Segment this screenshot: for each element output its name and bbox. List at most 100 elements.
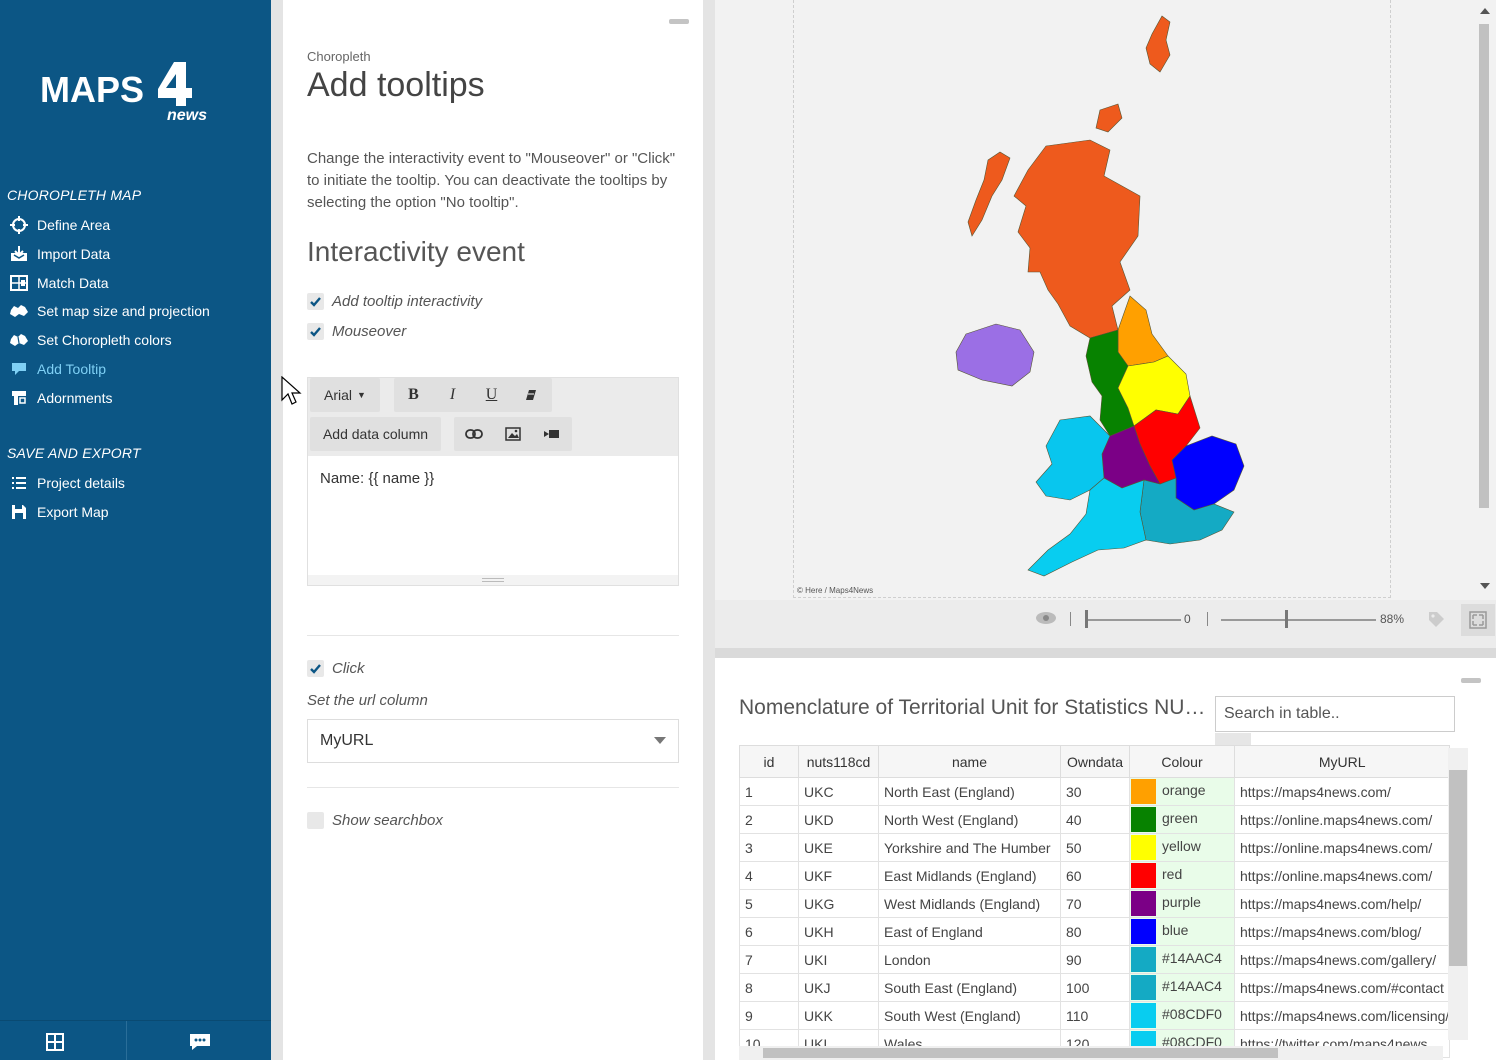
url-cell[interactable]: https://online.maps4news.com/ xyxy=(1233,833,1451,862)
name-cell[interactable]: North West (England) xyxy=(878,805,1061,834)
id-cell[interactable]: 3 xyxy=(739,833,799,862)
id-cell[interactable]: 9 xyxy=(739,1001,799,1030)
url-cell[interactable]: https://maps4news.com/blog/ xyxy=(1233,917,1451,946)
id-cell[interactable]: 7 xyxy=(739,945,799,974)
checkbox-checked[interactable] xyxy=(307,322,324,340)
map-viewport[interactable]: © Here / Maps4News xyxy=(715,0,1496,600)
table-minimize-button[interactable] xyxy=(1461,678,1481,683)
code-cell[interactable]: UKC xyxy=(798,777,879,806)
font-dropdown[interactable]: Arial ▼ xyxy=(310,378,380,412)
nav-export-map[interactable]: Export Map xyxy=(8,500,109,524)
scroll-thumb[interactable] xyxy=(763,1048,1278,1058)
id-cell[interactable]: 2 xyxy=(739,805,799,834)
url-cell[interactable]: https://maps4news.com/gallery/ xyxy=(1233,945,1451,974)
scroll-thumb[interactable] xyxy=(1449,770,1467,966)
url-cell[interactable]: https://maps4news.com/ xyxy=(1233,777,1451,806)
id-cell[interactable]: 5 xyxy=(739,889,799,918)
editor-content[interactable]: Name: {{ name }} xyxy=(320,470,434,487)
owndata-cell[interactable]: 40 xyxy=(1060,805,1130,834)
nav-import-data[interactable]: Import Data xyxy=(8,242,110,266)
map-scrollbar[interactable] xyxy=(1474,0,1496,600)
nav-map-size[interactable]: Set map size and projection xyxy=(8,299,210,323)
code-cell[interactable]: UKI xyxy=(798,945,879,974)
code-cell[interactable]: UKH xyxy=(798,917,879,946)
mouseover-checkbox[interactable]: Mouseover xyxy=(307,321,406,341)
zoom-slider-handle[interactable] xyxy=(1285,610,1288,628)
table-horizontal-scrollbar[interactable] xyxy=(739,1046,1443,1060)
name-cell[interactable]: East of England xyxy=(878,917,1061,946)
map-table-splitter[interactable] xyxy=(715,648,1496,658)
code-cell[interactable]: UKE xyxy=(798,833,879,862)
italic-button[interactable]: I xyxy=(433,386,472,404)
colour-cell[interactable]: purple xyxy=(1129,889,1235,918)
nav-choropleth-colors[interactable]: Set Choropleth colors xyxy=(8,328,172,352)
id-cell[interactable]: 1 xyxy=(739,777,799,806)
url-column-select[interactable]: MyURL xyxy=(307,719,679,763)
image-button[interactable] xyxy=(493,427,532,441)
code-cell[interactable]: UKF xyxy=(798,861,879,890)
nav-match-data[interactable]: Match Data xyxy=(8,271,109,295)
table-vertical-scrollbar[interactable] xyxy=(1448,748,1468,1040)
colour-cell[interactable]: red xyxy=(1129,861,1235,890)
code-cell[interactable]: UKK xyxy=(798,1001,879,1030)
table-row[interactable]: 5 UKG West Midlands (England) 70 purple https… xyxy=(739,889,1451,918)
nav-define-area[interactable]: Define Area xyxy=(8,213,110,237)
link-button[interactable] xyxy=(454,429,493,439)
eye-icon[interactable] xyxy=(1035,610,1057,631)
panel-minimize-button[interactable] xyxy=(669,19,689,24)
colour-cell[interactable]: #08CDF0 xyxy=(1129,1001,1235,1030)
name-cell[interactable]: South East (England) xyxy=(878,973,1061,1002)
code-cell[interactable]: UKG xyxy=(798,889,879,918)
table-row[interactable]: 3 UKE Yorkshire and The Humber 50 yellow http… xyxy=(739,833,1451,862)
scroll-thumb[interactable] xyxy=(1479,24,1489,508)
rotation-slider-track[interactable] xyxy=(1085,619,1181,621)
colour-cell[interactable]: yellow xyxy=(1129,833,1235,862)
maps4news-logo[interactable]: MAPS news xyxy=(40,58,220,124)
owndata-cell[interactable]: 30 xyxy=(1060,777,1130,806)
name-cell[interactable]: North East (England) xyxy=(878,777,1061,806)
nav-add-tooltip[interactable]: Add Tooltip xyxy=(8,357,106,381)
table-row[interactable]: 9 UKK South West (England) 110 #08CDF0 https:… xyxy=(739,1001,1451,1030)
table-row[interactable]: 7 UKI London 90 #14AAC4 https://maps4news.com… xyxy=(739,945,1451,974)
editor-resize-handle[interactable] xyxy=(308,575,678,585)
name-cell[interactable]: East Midlands (England) xyxy=(878,861,1061,890)
colour-cell[interactable]: blue xyxy=(1129,917,1235,946)
video-button[interactable] xyxy=(532,428,571,440)
name-cell[interactable]: Yorkshire and The Humber xyxy=(878,833,1061,862)
code-cell[interactable]: UKD xyxy=(798,805,879,834)
url-cell[interactable]: https://maps4news.com/licensing/ xyxy=(1233,1001,1451,1030)
owndata-cell[interactable]: 90 xyxy=(1060,945,1130,974)
uk-map[interactable] xyxy=(715,0,1496,600)
owndata-cell[interactable]: 80 xyxy=(1060,917,1130,946)
zoom-slider-track[interactable] xyxy=(1221,619,1376,621)
table-row[interactable]: 8 UKJ South East (England) 100 #14AAC4 https:… xyxy=(739,973,1451,1002)
url-cell[interactable]: https://online.maps4news.com/ xyxy=(1233,805,1451,834)
id-cell[interactable]: 4 xyxy=(739,861,799,890)
bold-button[interactable]: B xyxy=(394,386,433,404)
name-cell[interactable]: West Midlands (England) xyxy=(878,889,1061,918)
checkbox-unchecked[interactable] xyxy=(307,811,324,829)
column-header[interactable]: nuts118cd xyxy=(798,745,879,778)
url-cell[interactable]: https://maps4news.com/help/ xyxy=(1233,889,1451,918)
show-searchbox-checkbox[interactable]: Show searchbox xyxy=(307,810,443,830)
eraser-button[interactable] xyxy=(511,389,550,401)
id-cell[interactable]: 6 xyxy=(739,917,799,946)
add-data-column-button[interactable]: Add data column xyxy=(310,417,441,451)
url-cell[interactable]: https://online.maps4news.com/ xyxy=(1233,861,1451,890)
chat-button[interactable] xyxy=(170,1033,230,1054)
column-header[interactable]: id xyxy=(739,745,799,778)
column-header[interactable]: MyURL xyxy=(1233,745,1451,778)
name-cell[interactable]: South West (England) xyxy=(878,1001,1061,1030)
id-cell[interactable]: 8 xyxy=(739,973,799,1002)
colour-cell[interactable]: green xyxy=(1129,805,1235,834)
column-header[interactable]: Owndata xyxy=(1060,745,1130,778)
table-search-input[interactable] xyxy=(1215,696,1455,732)
colour-cell[interactable]: #14AAC4 xyxy=(1129,945,1235,974)
underline-button[interactable]: U xyxy=(472,386,511,404)
owndata-cell[interactable]: 100 xyxy=(1060,973,1130,1002)
column-header[interactable]: Colour xyxy=(1129,745,1235,778)
checkbox-checked[interactable] xyxy=(307,659,324,677)
nav-project-details[interactable]: Project details xyxy=(8,471,125,495)
add-tooltip-checkbox[interactable]: Add tooltip interactivity xyxy=(307,291,482,311)
name-cell[interactable]: London xyxy=(878,945,1061,974)
